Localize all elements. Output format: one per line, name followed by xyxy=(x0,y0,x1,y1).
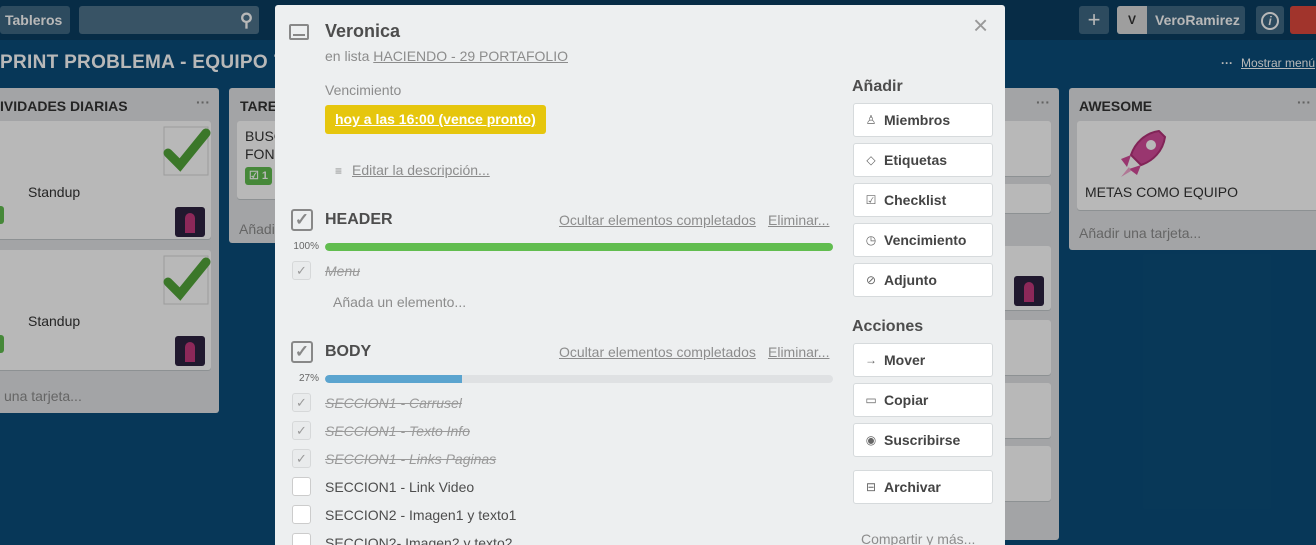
share-and-more-link[interactable]: Compartir y más... xyxy=(861,531,975,545)
card-title[interactable]: Veronica xyxy=(325,21,400,42)
person-icon: ♙ xyxy=(865,113,877,127)
checklist-item-text[interactable]: SECCION2 - Imagen1 y texto1 xyxy=(325,507,516,523)
button-label: Checklist xyxy=(884,192,947,208)
button-label: Mover xyxy=(884,352,926,368)
labels-button[interactable]: ◇ Etiquetas xyxy=(853,143,993,177)
button-label: Adjunto xyxy=(884,272,937,288)
archive-icon: ⊟ xyxy=(865,480,877,494)
copy-icon: ▭ xyxy=(865,393,877,407)
actions-heading: Acciones xyxy=(852,318,924,335)
due-date-label: Vencimiento xyxy=(325,82,402,98)
checklist-progress-bar xyxy=(325,375,833,383)
checklist-item-checkbox[interactable]: ✓ xyxy=(292,449,311,468)
move-button[interactable]: → Mover xyxy=(853,343,993,377)
button-label: Miembros xyxy=(884,112,951,128)
description-icon: ≡ xyxy=(335,164,343,178)
delete-checklist-link[interactable]: Eliminar... xyxy=(768,344,829,360)
arrow-right-icon: → xyxy=(865,353,877,367)
paperclip-icon: ⊘ xyxy=(865,273,877,287)
add-item-link[interactable]: Añada un elemento... xyxy=(333,294,466,310)
due-date-badge[interactable]: hoy a las 16:00 (vence pronto) xyxy=(325,105,546,134)
checklist-percent: 100% xyxy=(293,241,319,252)
checklist-percent: 27% xyxy=(298,373,319,384)
checklist-title[interactable]: BODY xyxy=(325,343,371,361)
button-label: Copiar xyxy=(884,392,929,408)
checklist-button[interactable]: ☑ Checklist xyxy=(853,183,993,217)
checklist-icon: ✓ xyxy=(291,341,313,363)
hide-completed-link[interactable]: Ocultar elementos completados xyxy=(559,344,756,360)
in-list-text: en lista HACIENDO - 29 PORTAFOLIO xyxy=(325,48,568,64)
delete-checklist-link[interactable]: Eliminar... xyxy=(768,212,829,228)
edit-description-link[interactable]: ≡ Editar la descripción... xyxy=(335,162,490,178)
checklist-progress-fill xyxy=(325,375,463,383)
due-date-button[interactable]: ◷ Vencimiento xyxy=(853,223,993,257)
add-heading: Añadir xyxy=(852,78,903,95)
archive-button[interactable]: ⊟ Archivar xyxy=(853,470,993,504)
checklist-item-checkbox[interactable]: ✓ xyxy=(292,421,311,440)
checklist-item-checkbox[interactable] xyxy=(292,533,311,545)
edit-description-label: Editar la descripción... xyxy=(352,162,490,178)
checklist-item-checkbox[interactable] xyxy=(292,505,311,524)
clock-icon: ◷ xyxy=(865,233,877,247)
checklist-icon: ☑ xyxy=(865,193,877,207)
checklist-item-text[interactable]: SECCION1 - Texto Info xyxy=(325,423,470,439)
attachment-button[interactable]: ⊘ Adjunto xyxy=(853,263,993,297)
checklist-progress-bar xyxy=(325,243,833,251)
checklist-item-text[interactable]: SECCION1 - Link Video xyxy=(325,479,474,495)
eye-icon: ◉ xyxy=(865,433,877,447)
copy-button[interactable]: ▭ Copiar xyxy=(853,383,993,417)
checklist-item-text[interactable]: SECCION1 - Carrusel xyxy=(325,395,462,411)
button-label: Etiquetas xyxy=(884,152,948,168)
subscribe-button[interactable]: ◉ Suscribirse xyxy=(853,423,993,457)
close-icon[interactable]: × xyxy=(973,12,988,38)
button-label: Suscribirse xyxy=(884,432,961,448)
checklist-item-checkbox[interactable]: ✓ xyxy=(292,261,311,280)
in-list-prefix: en lista xyxy=(325,48,370,64)
members-button[interactable]: ♙ Miembros xyxy=(853,103,993,137)
checklist-item-text[interactable]: Menu xyxy=(325,263,360,279)
checklist-item-text[interactable]: SECCION2- Imagen2 y texto2 xyxy=(325,535,513,545)
button-label: Vencimiento xyxy=(884,232,967,248)
checklist-progress-fill xyxy=(325,243,833,251)
checklist-item-checkbox[interactable] xyxy=(292,477,311,496)
checklist-item-checkbox[interactable]: ✓ xyxy=(292,393,311,412)
card-icon xyxy=(289,24,309,40)
hide-completed-link[interactable]: Ocultar elementos completados xyxy=(559,212,756,228)
checklist-icon: ✓ xyxy=(291,209,313,231)
checklist-item-text[interactable]: SECCION1 - Links Paginas xyxy=(325,451,496,467)
tag-icon: ◇ xyxy=(866,153,876,167)
button-label: Archivar xyxy=(884,479,941,495)
card-detail-modal: × Veronica en lista HACIENDO - 29 PORTAF… xyxy=(275,5,1005,545)
checklist-title[interactable]: HEADER xyxy=(325,211,393,229)
list-name-link[interactable]: HACIENDO - 29 PORTAFOLIO xyxy=(373,48,568,64)
